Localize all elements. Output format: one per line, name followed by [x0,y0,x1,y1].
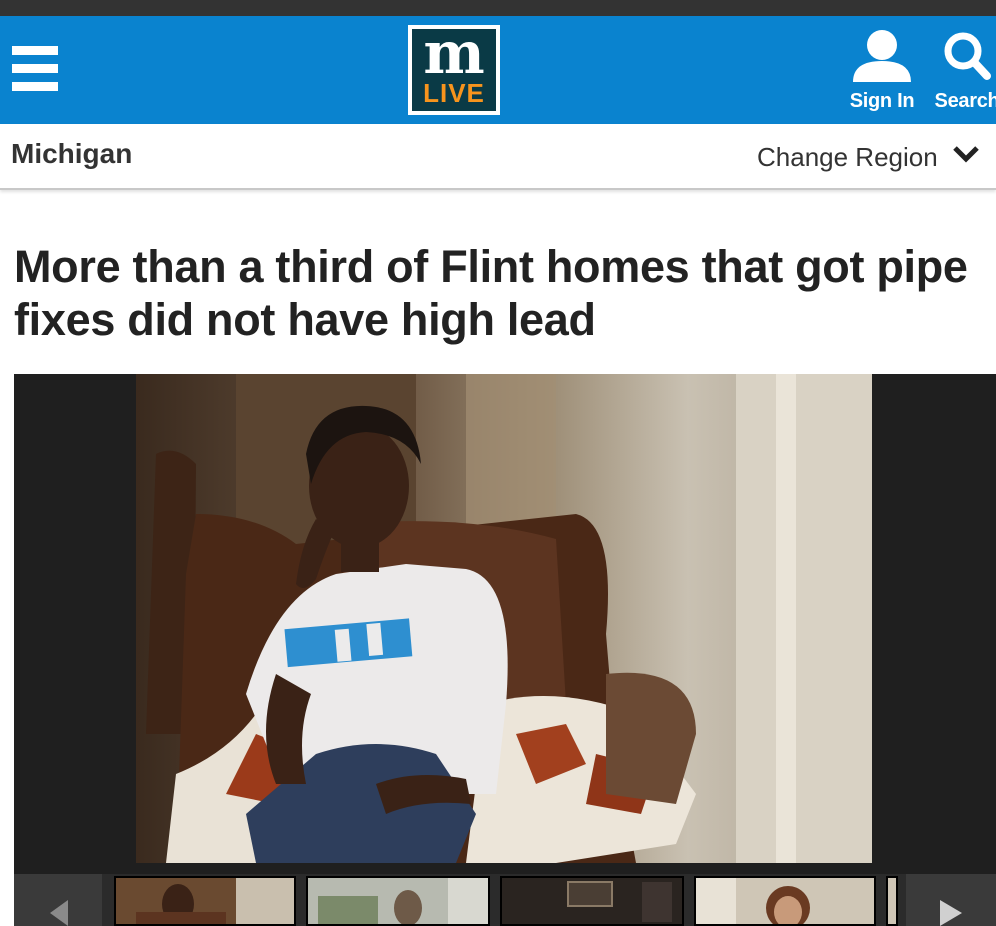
photo-gallery [14,374,996,926]
thumbnail-image [502,878,682,924]
sign-in-label: Sign In [849,90,915,112]
top-strip [0,0,996,16]
gallery-thumbnail[interactable] [306,876,490,926]
user-icon [853,30,911,82]
gallery-thumbnail[interactable] [886,876,898,926]
article-headline: More than a third of Flint homes that go… [14,241,968,345]
gallery-thumbnail[interactable] [500,876,684,926]
photo-image [136,374,872,863]
site-header: m LIVE Sign In Search [0,16,996,124]
logo-live: LIVE [423,78,485,108]
search-label: Search [934,90,996,112]
thumbnail-image [116,878,294,924]
chevron-right-icon [940,900,962,926]
region-bar: Michigan Change Region [0,124,996,190]
gallery-next-button[interactable] [906,874,996,926]
gallery-prev-button[interactable] [14,874,102,926]
chevron-down-icon[interactable] [952,144,980,164]
thumbnail-strip [14,874,996,926]
thumbnail-image [696,878,874,924]
search-button[interactable]: Search [932,28,996,113]
sign-in-button[interactable]: Sign In [848,28,916,113]
mlive-logo[interactable]: m LIVE [408,19,500,115]
logo-m: m [423,19,485,87]
menu-icon[interactable] [12,46,58,92]
region-name: Michigan [11,138,133,169]
gallery-thumbnail[interactable] [114,876,296,926]
gallery-thumbnail[interactable] [694,876,876,926]
change-region-button[interactable]: Change Region [757,142,938,173]
chevron-left-icon [50,900,68,926]
thumbnail-image [308,878,488,924]
search-icon [944,32,991,80]
gallery-main-photo[interactable] [136,374,872,863]
